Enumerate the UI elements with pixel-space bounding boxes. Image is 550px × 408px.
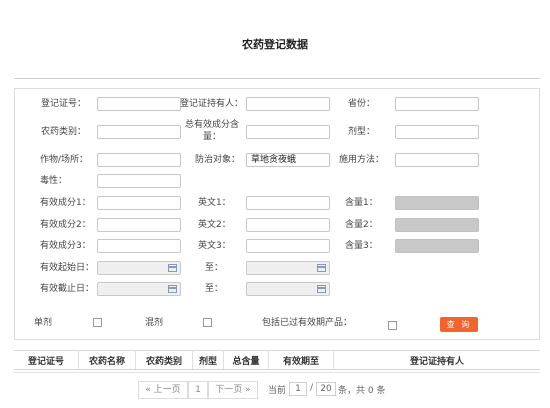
target-input[interactable]: 草地贪夜蛾	[246, 153, 330, 167]
single-label: 单剂	[34, 318, 53, 328]
calendar-icon[interactable]	[317, 285, 326, 293]
mixed-checkbox[interactable]	[203, 318, 212, 327]
ingredient1-label: 有效成分1：	[40, 198, 91, 208]
province-select[interactable]	[395, 97, 479, 111]
end-date-to-label: 至：	[205, 284, 224, 294]
crop-input[interactable]	[97, 153, 181, 167]
single-checkbox[interactable]	[93, 318, 102, 327]
content3-input	[395, 239, 479, 253]
end-date-label: 有效截止日：	[40, 284, 95, 294]
record-summary: 条，共 0 条	[338, 386, 386, 396]
dosage-form-select[interactable]	[395, 125, 479, 139]
total-content-input[interactable]	[246, 125, 330, 139]
column-header[interactable]: 农药类别	[135, 350, 193, 370]
current-page-indicator: 1	[188, 381, 208, 399]
target-label: 防治对象：	[194, 155, 240, 165]
ingredient2-label: 有效成分2：	[40, 220, 91, 230]
query-button[interactable]: 查 询	[440, 317, 478, 332]
content2-input	[395, 218, 479, 232]
toxicity-label: 毒性：	[40, 176, 68, 186]
mixed-label: 混剂	[145, 318, 164, 328]
start-date-to-label: 至：	[205, 263, 224, 273]
table-empty-row	[14, 372, 540, 373]
category-label: 农药类别：	[40, 127, 86, 137]
column-header[interactable]: 有效期至	[268, 350, 334, 370]
results-table: 登记证号 农药名称 农药类别 剂型 总含量 有效期至 登记证持有人	[14, 350, 540, 370]
end-date-from-input[interactable]	[97, 282, 181, 296]
table-header-row: 登记证号 农药名称 农药类别 剂型 总含量 有效期至 登记证持有人	[14, 350, 540, 370]
category-select[interactable]	[97, 125, 181, 139]
total-pages: 20	[316, 382, 336, 396]
content1-input	[395, 196, 479, 210]
english2-input[interactable]	[246, 218, 330, 232]
ingredient2-input[interactable]	[97, 218, 181, 232]
content2-label: 含量2：	[345, 220, 378, 230]
english1-label: 英文1：	[198, 198, 231, 208]
column-header[interactable]: 剂型	[192, 350, 224, 370]
calendar-icon[interactable]	[317, 264, 326, 272]
crop-label: 作物/场所：	[40, 155, 89, 165]
page-number-input[interactable]: 1	[289, 382, 307, 396]
start-date-from-input[interactable]	[97, 261, 181, 275]
include-expired-label: 包括已过有效期产品：	[262, 318, 353, 328]
current-label: 当前	[268, 386, 287, 396]
method-input[interactable]	[395, 153, 479, 167]
ingredient1-input[interactable]	[97, 196, 181, 210]
english2-label: 英文2：	[198, 220, 231, 230]
english1-input[interactable]	[246, 196, 330, 210]
ingredient3-label: 有效成分3：	[40, 241, 91, 251]
reg-no-label: 登记证号：	[40, 99, 86, 109]
column-header[interactable]: 登记证号	[14, 350, 79, 370]
content1-label: 含量1：	[345, 198, 378, 208]
method-label: 施用方法：	[338, 155, 384, 165]
prev-page-button[interactable]: « 上一页	[138, 381, 188, 399]
english3-input[interactable]	[246, 239, 330, 253]
holder-label: 登记证持有人：	[180, 99, 244, 109]
column-header[interactable]: 总含量	[223, 350, 269, 370]
holder-input[interactable]	[246, 97, 330, 111]
content3-label: 含量3：	[345, 241, 378, 251]
dosage-form-label: 剂型：	[348, 127, 376, 137]
next-page-button[interactable]: 下一页 »	[208, 381, 258, 399]
include-expired-checkbox[interactable]	[388, 321, 397, 330]
calendar-icon[interactable]	[168, 264, 177, 272]
page-separator: /	[310, 383, 314, 393]
calendar-icon[interactable]	[168, 285, 177, 293]
english3-label: 英文3：	[198, 241, 231, 251]
ingredient3-input[interactable]	[97, 239, 181, 253]
start-date-to-input[interactable]	[246, 261, 330, 275]
toxicity-select[interactable]	[97, 174, 181, 188]
end-date-to-input[interactable]	[246, 282, 330, 296]
reg-no-input[interactable]	[97, 97, 181, 111]
page-title: 农药登记数据	[242, 38, 308, 51]
start-date-label: 有效起始日：	[40, 263, 95, 273]
province-label: 省份：	[348, 99, 376, 109]
total-content-label: 总有效成分含量：	[184, 120, 239, 142]
column-header[interactable]: 农药名称	[78, 350, 136, 370]
title-divider	[14, 78, 540, 79]
column-header[interactable]: 登记证持有人	[333, 350, 540, 370]
